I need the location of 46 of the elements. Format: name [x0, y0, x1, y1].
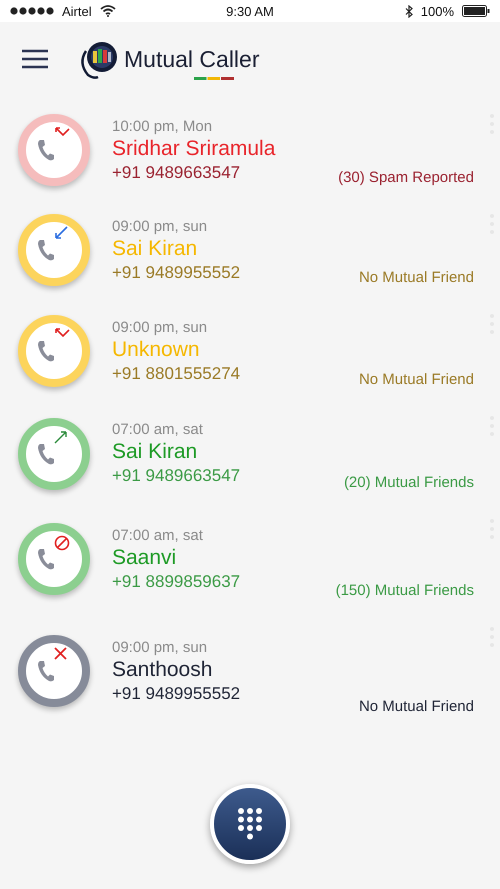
clock: 9:30 AM: [226, 4, 274, 18]
dialpad-button[interactable]: [210, 784, 290, 864]
caller-name[interactable]: Santhoosh: [112, 658, 359, 682]
phone-icon: [36, 547, 56, 571]
phone-icon: [36, 138, 56, 162]
app-title: Mutual Caller: [124, 46, 260, 73]
call-time: 09:00 pm, sun: [112, 638, 208, 656]
phone-icon: [36, 659, 56, 683]
bluetooth-icon: [404, 4, 413, 18]
call-time: 07:00 am, sat: [112, 526, 204, 544]
cross-icon: [54, 647, 67, 660]
missed-call-icon: [54, 126, 70, 138]
call-time: 09:00 pm, sun: [112, 218, 208, 234]
color-bar-icon: [194, 77, 234, 80]
call-time: 09:00 pm, sun: [112, 318, 208, 336]
menu-icon[interactable]: [22, 49, 48, 69]
phone-icon: [36, 339, 56, 363]
phone-icon: [36, 238, 56, 262]
signal-icon: [10, 7, 54, 15]
mutual-status: (150) Mutual Friends: [336, 582, 474, 599]
phone-number: +91 9489955552: [112, 262, 242, 282]
carrier-name: Airtel: [62, 4, 92, 18]
battery-percent: 100%: [420, 4, 454, 18]
mutual-status: No Mutual Friend: [358, 371, 474, 388]
mutual-status: No Mutual Friend: [358, 698, 474, 715]
phone-number: +91 9489663547: [112, 466, 242, 486]
caller-name[interactable]: Sai Kiran: [112, 440, 344, 464]
missed-call-icon: [54, 327, 70, 339]
phone-number: +91 9489663547: [112, 162, 242, 182]
wifi-icon: [100, 5, 116, 17]
outgoing-call-icon: [54, 430, 68, 444]
mutual-status: No Mutual Friend: [358, 269, 474, 286]
caller-name[interactable]: Saanvi: [112, 546, 336, 570]
mutual-status: (30) Spam Reported: [338, 169, 474, 186]
mutual-status: (20) Mutual Friends: [344, 474, 474, 491]
caller-name[interactable]: Sridhar Sriramula: [112, 136, 338, 160]
call-time: 10:00 pm, Mon: [112, 118, 214, 134]
call-time: 07:00 am, sat: [112, 421, 204, 438]
phone-number: +91 8899859637: [112, 572, 242, 592]
battery-icon: [462, 5, 490, 17]
incoming-call-icon: [54, 226, 68, 240]
dialpad-icon: [237, 807, 263, 841]
phone-icon: [36, 442, 56, 466]
phone-number: +91 9489955552: [112, 684, 242, 704]
blocked-icon: [54, 535, 70, 551]
phone-number: +91 8801555274: [112, 364, 242, 384]
